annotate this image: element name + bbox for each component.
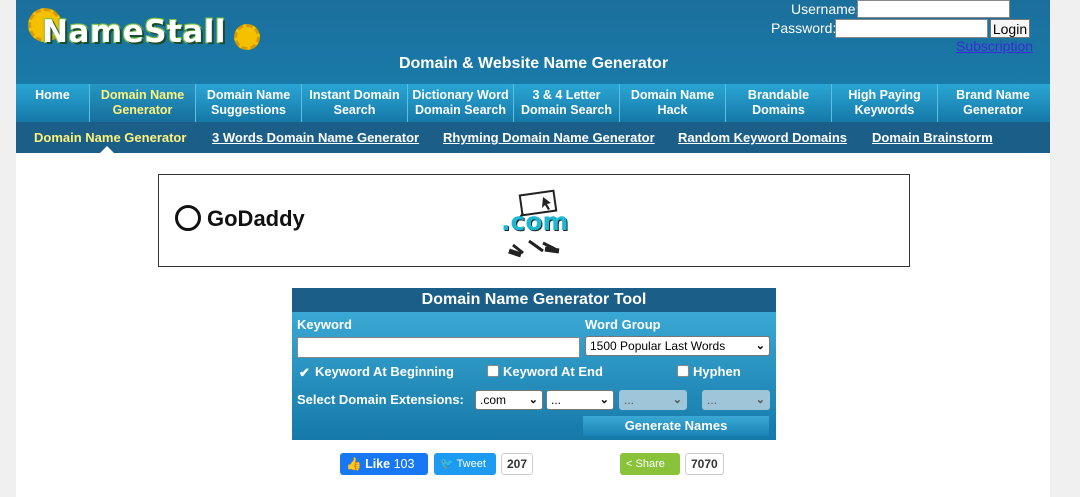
extension-select-4[interactable]: ... ⌄ xyxy=(702,390,770,410)
share-icon: < xyxy=(626,458,633,470)
logo-text: NameStall xyxy=(42,14,227,50)
gear-icon xyxy=(234,24,260,50)
subscription-link[interactable]: Subscription xyxy=(956,38,1033,54)
nav-label: Hack xyxy=(657,103,688,117)
word-group-label: Word Group xyxy=(585,317,661,332)
word-group-select[interactable]: 1500 Popular Last Words ⌄ xyxy=(585,336,770,356)
option-label: Keyword At End xyxy=(503,364,603,379)
chevron-down-icon: ⌄ xyxy=(755,394,765,406)
nav-label: Domains xyxy=(752,103,805,117)
login-button[interactable]: Login xyxy=(990,19,1030,38)
nav-label: 3 & 4 Letter xyxy=(532,88,601,102)
nav-home[interactable]: Home xyxy=(16,84,90,122)
subnav-3-words-generator[interactable]: 3 Words Domain Name Generator xyxy=(212,130,419,145)
nav-label: Suggestions xyxy=(210,103,286,117)
username-label: Username: xyxy=(791,1,860,17)
nav-brand-name-generator[interactable]: Brand Name Generator xyxy=(938,84,1048,122)
keyword-input[interactable] xyxy=(297,337,580,358)
checkbox[interactable] xyxy=(487,365,499,377)
tweet-label: Tweet xyxy=(456,458,486,470)
active-caret-icon xyxy=(100,146,114,153)
keyword-at-end-option[interactable]: Keyword At End xyxy=(487,364,603,379)
extension-select-3[interactable]: ... ⌄ xyxy=(619,390,687,410)
site-title: Domain & Website Name Generator xyxy=(398,55,669,72)
username-input[interactable] xyxy=(857,0,1010,18)
nav-label: Domain Name xyxy=(100,88,185,102)
nav-brandable-domains[interactable]: Brandable Domains xyxy=(726,84,832,122)
keyword-label: Keyword xyxy=(297,317,352,332)
nav-label: Generator xyxy=(112,103,173,117)
godaddy-icon xyxy=(175,205,201,231)
nav-high-paying-keywords[interactable]: High Paying Keywords xyxy=(832,84,938,122)
nav-label: Dictionary Word xyxy=(412,88,509,102)
godaddy-logo: GoDaddy xyxy=(175,205,305,232)
tweet-button[interactable]: 🐦 Tweet xyxy=(434,453,496,475)
nav-label: Brand Name xyxy=(956,88,1030,102)
nav-3-4-letter-domain-search[interactable]: 3 & 4 Letter Domain Search xyxy=(514,84,620,122)
dotcom-graphic: .com xyxy=(499,187,579,258)
subnav-random-keyword-domains[interactable]: Random Keyword Domains xyxy=(678,130,847,145)
nav-label: Keywords xyxy=(854,103,915,117)
nav-label: High Paying xyxy=(848,88,921,102)
like-count: 103 xyxy=(393,457,415,471)
nav-domain-name-suggestions[interactable]: Domain Name Suggestions xyxy=(196,84,302,122)
dotcom-text: .com xyxy=(501,207,569,236)
subnav-domain-brainstorm[interactable]: Domain Brainstorm xyxy=(872,130,993,145)
main-nav: Home Domain Name Generator Domain Name Sug… xyxy=(16,84,1050,122)
header: NameStall Domain & Website Name Generato… xyxy=(16,0,1050,84)
checkbox-checked-icon[interactable]: ✔ xyxy=(299,366,311,379)
password-label: Password: xyxy=(771,20,837,36)
ext-value: ... xyxy=(624,393,635,407)
ext-value: ... xyxy=(707,393,718,407)
nav-label: Instant Domain xyxy=(309,88,400,102)
keyword-at-beginning-option[interactable]: ✔ Keyword At Beginning xyxy=(299,364,454,379)
extensions-label: Select Domain Extensions: xyxy=(297,392,464,407)
site-logo[interactable]: NameStall xyxy=(24,2,264,60)
ext-value: ... xyxy=(551,393,562,407)
like-label: Like xyxy=(365,457,391,471)
share-button[interactable]: < Share xyxy=(620,453,680,475)
chevron-down-icon: ⌄ xyxy=(672,394,682,406)
option-label: Keyword At Beginning xyxy=(315,364,454,379)
nav-label: Domain Name xyxy=(630,88,715,102)
ad-banner[interactable]: GoDaddy .com xyxy=(158,174,910,267)
facebook-like-button[interactable]: 👍 Like 103 xyxy=(340,453,428,475)
chevron-down-icon: ⌄ xyxy=(528,394,538,406)
twitter-bird-icon: 🐦 xyxy=(440,458,454,470)
nav-label: Domain Search xyxy=(520,103,612,117)
nav-label: Brandable xyxy=(747,88,810,102)
share-label: Share xyxy=(635,458,665,470)
tweet-count: 207 xyxy=(501,453,534,475)
ext-value: .com xyxy=(480,393,507,407)
option-label: Hyphen xyxy=(693,364,741,379)
extension-select-1[interactable]: .com ⌄ xyxy=(475,390,543,410)
generator-tool: Domain Name Generator Tool Keyword Word … xyxy=(292,288,776,440)
checkbox[interactable] xyxy=(677,365,689,377)
hyphen-option[interactable]: Hyphen xyxy=(677,364,741,379)
page: NameStall Domain & Website Name Generato… xyxy=(16,0,1050,497)
nav-label: Domain Search xyxy=(414,103,506,117)
chevron-down-icon: ⌄ xyxy=(755,340,765,352)
nav-label: Home xyxy=(35,88,70,102)
nav-domain-name-generator[interactable]: Domain Name Generator xyxy=(90,84,196,122)
nav-label: Generator xyxy=(963,103,1023,117)
password-input[interactable] xyxy=(835,19,988,38)
chevron-down-icon: ⌄ xyxy=(599,394,609,406)
nav-instant-domain-search[interactable]: Instant Domain Search xyxy=(302,84,408,122)
thumbs-up-icon: 👍 xyxy=(346,457,362,471)
tool-title: Domain Name Generator Tool xyxy=(292,288,776,312)
nav-label: Domain Name xyxy=(206,88,291,102)
ad-brand: GoDaddy xyxy=(207,206,305,231)
nav-dictionary-word-domain-search[interactable]: Dictionary Word Domain Search xyxy=(408,84,514,122)
nav-label: Search xyxy=(333,103,376,117)
subnav-domain-name-generator[interactable]: Domain Name Generator xyxy=(34,130,186,145)
subnav-rhyming-generator[interactable]: Rhyming Domain Name Generator xyxy=(443,130,655,145)
extension-select-2[interactable]: ... ⌄ xyxy=(546,390,614,410)
share-count: 7070 xyxy=(685,453,724,475)
generate-names-button[interactable]: Generate Names xyxy=(583,416,769,436)
sub-nav: Domain Name Generator 3 Words Domain Nam… xyxy=(16,122,1050,153)
word-group-value: 1500 Popular Last Words xyxy=(590,339,726,353)
nav-domain-name-hack[interactable]: Domain Name Hack xyxy=(620,84,726,122)
